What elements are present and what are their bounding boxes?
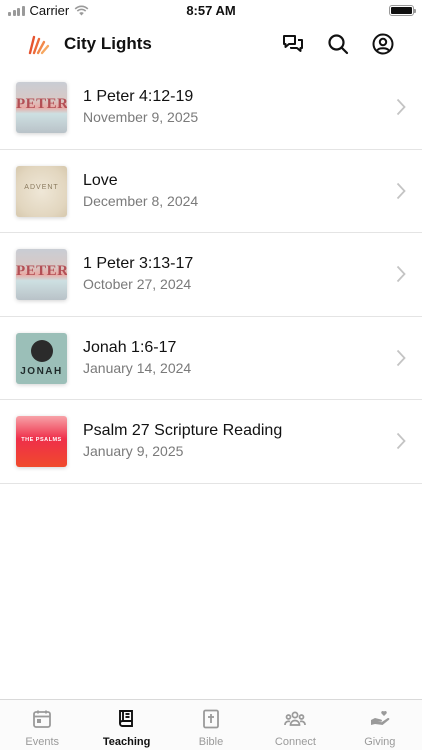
search-icon [328, 34, 349, 55]
tab-label: Events [25, 736, 60, 748]
search-button[interactable] [326, 32, 350, 56]
profile-button[interactable] [371, 32, 395, 56]
teaching-list: PETER 1 Peter 4:12-19 November 9, 2025 A… [0, 66, 422, 484]
chevron-right-icon [396, 98, 406, 116]
tab-bar: Events Teaching Bible Connect Giving [0, 699, 422, 750]
thumbnail-art [31, 339, 53, 362]
tab-label: Connect [274, 736, 316, 748]
tab-label: Teaching [102, 736, 151, 748]
teaching-row[interactable]: THE PSALMS Psalm 27 Scripture Reading Ja… [0, 400, 422, 484]
teaching-thumbnail: ADVENT [16, 165, 67, 217]
thumbnail-text: ADVENT [24, 183, 59, 191]
teaching-title: 1 Peter 3:13-17 [83, 255, 194, 272]
status-bar: Carrier 8:57 AM [0, 0, 422, 22]
chevron-right-icon [396, 432, 406, 450]
tab-events[interactable]: Events [0, 700, 84, 750]
book-icon [118, 710, 133, 727]
tab-label: Bible [198, 736, 224, 748]
status-time: 8:57 AM [186, 3, 236, 18]
thumbnail-text: THE PSALMS [21, 437, 62, 443]
teaching-row[interactable]: ADVENT Love December 8, 2024 [0, 150, 422, 233]
teaching-row[interactable]: PETER 1 Peter 4:12-19 November 9, 2025 [0, 66, 422, 150]
chevron-right-icon [396, 349, 406, 366]
teaching-date: October 27, 2024 [83, 276, 192, 292]
teaching-row[interactable]: PETER 1 Peter 3:13-17 October 27, 2024 [0, 233, 422, 317]
thumbnail-text: JONAH [20, 365, 63, 377]
teaching-thumbnail: PETER [16, 249, 67, 300]
teaching-title: 1 Peter 4:12-19 [83, 88, 194, 105]
giving-hand-icon [370, 711, 390, 725]
teaching-title: Love [83, 171, 118, 189]
chevron-right-icon [396, 265, 406, 283]
tab-label: Giving [364, 736, 396, 748]
chat-bubbles-icon [283, 35, 303, 52]
profile-icon [372, 33, 394, 55]
calendar-icon [33, 710, 52, 728]
app-header: City Lights [0, 22, 422, 66]
battery-icon [389, 5, 416, 16]
teaching-thumbnail: THE PSALMS [16, 416, 67, 467]
chevron-right-icon [396, 182, 406, 199]
bible-icon [203, 709, 219, 729]
city-lights-logo-icon [28, 35, 50, 55]
people-icon [284, 711, 307, 726]
tab-bible[interactable]: Bible [169, 700, 253, 750]
tab-connect[interactable]: Connect [253, 700, 337, 750]
teaching-title: Psalm 27 Scripture Reading [83, 422, 283, 439]
thumbnail-text: PETER [16, 263, 67, 279]
teaching-row[interactable]: JONAH Jonah 1:6-17 January 14, 2024 [0, 317, 422, 400]
teaching-date: January 9, 2025 [83, 443, 184, 459]
tab-teaching[interactable]: Teaching [84, 700, 168, 750]
thumbnail-text: PETER [16, 96, 67, 112]
teaching-thumbnail: PETER [16, 82, 67, 133]
teaching-date: November 9, 2025 [83, 109, 199, 125]
teaching-thumbnail: JONAH [16, 332, 67, 384]
app-title: City Lights [64, 34, 152, 53]
teaching-title: Jonah 1:6-17 [83, 338, 177, 356]
messages-button[interactable] [281, 32, 305, 56]
teaching-date: January 14, 2024 [83, 359, 192, 376]
tab-giving[interactable]: Giving [338, 700, 422, 750]
teaching-date: December 8, 2024 [83, 192, 199, 209]
